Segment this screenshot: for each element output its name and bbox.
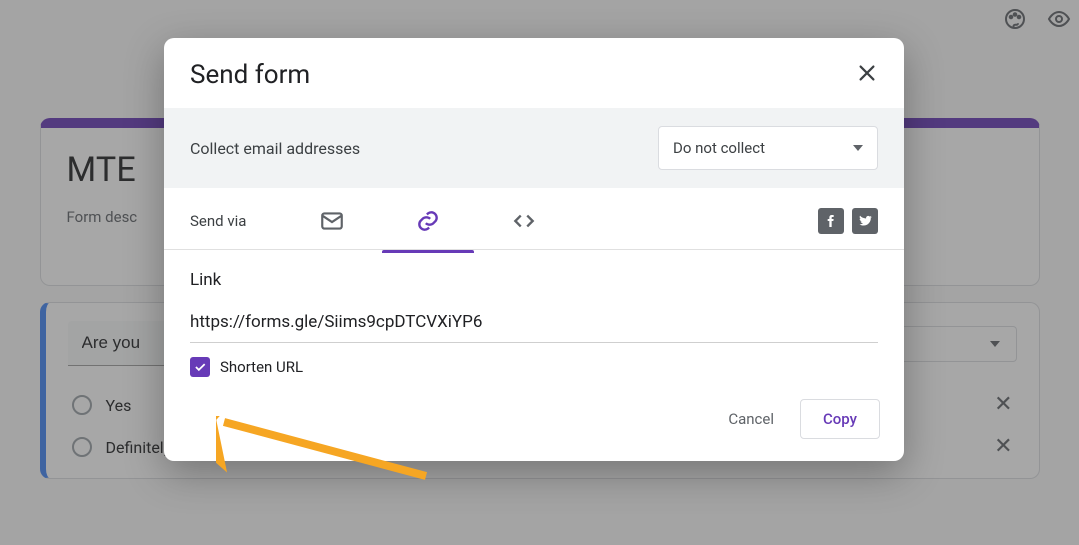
facebook-icon — [823, 213, 839, 229]
share-twitter-button[interactable] — [852, 208, 878, 234]
collect-emails-row: Collect email addresses Do not collect — [164, 108, 904, 188]
cancel-button[interactable]: Cancel — [712, 400, 790, 438]
send-via-label: Send via — [190, 212, 246, 230]
shorten-url-label: Shorten URL — [220, 358, 303, 376]
tab-email[interactable] — [284, 190, 380, 252]
dialog-title: Send form — [190, 60, 310, 90]
tab-link[interactable] — [380, 190, 476, 252]
mail-icon — [319, 208, 345, 234]
chevron-down-icon — [853, 145, 863, 151]
link-icon — [415, 208, 441, 234]
link-url-input[interactable] — [190, 306, 878, 343]
collect-emails-select[interactable]: Do not collect — [658, 126, 878, 170]
copy-button[interactable]: Copy — [800, 399, 880, 439]
collect-emails-label: Collect email addresses — [190, 139, 360, 158]
send-via-tabs: Send via — [164, 188, 904, 250]
dialog-actions: Cancel Copy — [164, 385, 904, 461]
code-icon — [511, 208, 537, 234]
collect-emails-value: Do not collect — [673, 139, 765, 157]
check-icon — [193, 360, 207, 374]
tab-embed[interactable] — [476, 190, 572, 252]
send-form-dialog: Send form Collect email addresses Do not… — [164, 38, 904, 461]
share-facebook-button[interactable] — [818, 208, 844, 234]
link-heading: Link — [190, 270, 878, 290]
shorten-url-checkbox[interactable] — [190, 357, 210, 377]
close-icon — [856, 62, 878, 84]
twitter-icon — [857, 213, 873, 229]
close-button[interactable] — [856, 62, 878, 88]
link-panel: Link Shorten URL — [164, 250, 904, 385]
